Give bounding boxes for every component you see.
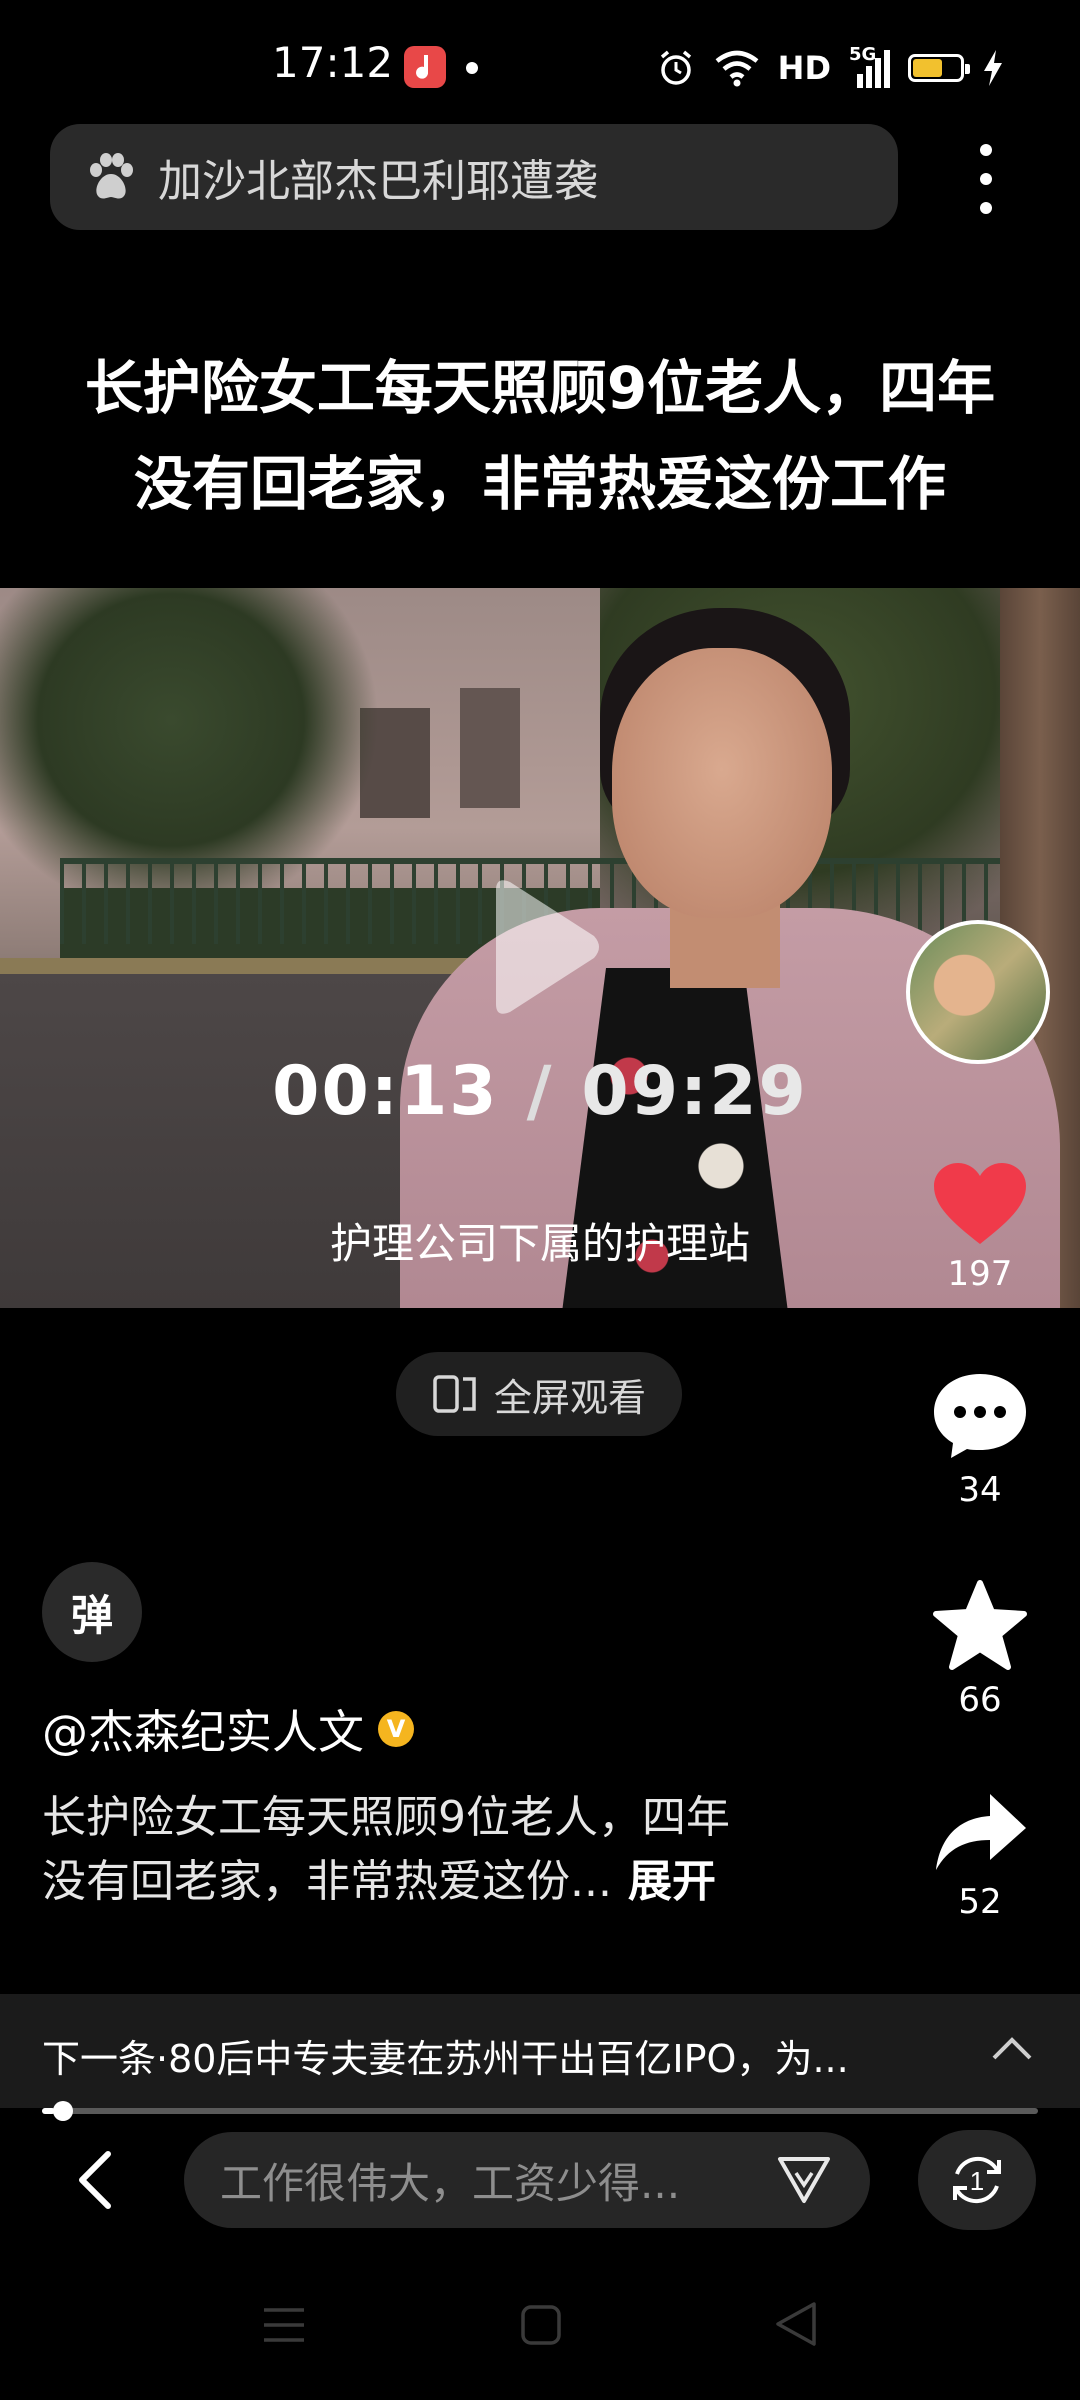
refresh-page-icon: 1	[953, 2156, 1001, 2204]
heart-icon	[934, 1163, 1026, 1244]
verified-badge-icon: V	[378, 1711, 414, 1747]
current-time: 00:13	[272, 1052, 499, 1131]
hd-label: HD	[777, 49, 831, 87]
comment-input[interactable]: 工作很伟大，工资少得...	[184, 2132, 870, 2228]
page-title: 长护险女工每天照顾9位老人，四年 没有回老家，非常热爱这份工作	[40, 340, 1040, 532]
comment-bubble-icon	[934, 1374, 1026, 1458]
search-query: 加沙北部杰巴利耶遭袭	[158, 156, 598, 207]
title-line-1: 长护险女工每天照顾9位老人，四年	[84, 354, 996, 422]
back-arrow-icon[interactable]	[66, 2148, 126, 2212]
description-line-2: 没有回老家，非常热爱这份...	[42, 1856, 612, 1907]
share-button[interactable]: 52	[900, 1790, 1060, 1922]
status-time: 17:12	[272, 38, 394, 87]
page-switch-button[interactable]: 1	[918, 2130, 1036, 2230]
signal-label: 5G	[849, 44, 877, 65]
nav-back-icon[interactable]	[774, 2300, 818, 2348]
nav-home-icon[interactable]	[520, 2304, 562, 2346]
next-video-title[interactable]: 下一条·80后中专夫妻在苏州干出百亿IPO，为...	[42, 2028, 849, 2083]
fullscreen-icon	[433, 1375, 476, 1413]
play-icon[interactable]	[486, 872, 606, 1022]
send-icon[interactable]	[776, 2155, 832, 2205]
video-progress-handle[interactable]	[53, 2101, 73, 2121]
music-app-icon	[404, 46, 446, 88]
video-progress-track[interactable]	[42, 2108, 1038, 2114]
expand-button[interactable]: 展开	[628, 1856, 716, 1907]
search-bar[interactable]: 加沙北部杰巴利耶遭袭	[50, 124, 898, 230]
alarm-icon	[660, 50, 691, 85]
video-description: 长护险女工每天照顾9位老人，四年 没有回老家，非常热爱这份... 展开	[42, 1786, 822, 1914]
video-time: 00:13 / 09:29	[0, 1052, 1080, 1131]
danmaku-toggle[interactable]: 弹	[42, 1562, 142, 1662]
like-count: 197	[947, 1254, 1013, 1294]
baidu-paw-icon	[90, 153, 133, 199]
share-arrow-icon	[936, 1794, 1026, 1870]
favorite-button[interactable]: 66	[900, 1580, 1060, 1720]
total-time: 09:29	[581, 1052, 808, 1131]
comment-count: 34	[958, 1470, 1002, 1510]
fullscreen-label: 全屏观看	[493, 1375, 646, 1420]
danmaku-label: 弹	[70, 1590, 113, 1640]
signal-icon: 5G	[849, 44, 890, 88]
status-bar: 17:12 HD 5G	[0, 0, 1080, 120]
fullscreen-button[interactable]: 全屏观看	[396, 1352, 682, 1436]
author-name[interactable]: @杰森纪实人文	[42, 1696, 364, 1762]
comment-button[interactable]: 34	[900, 1370, 1060, 1510]
share-count: 52	[958, 1882, 1002, 1922]
title-line-2: 没有回老家，非常热爱这份工作	[133, 450, 946, 518]
comment-placeholder: 工作很伟大，工资少得...	[220, 2158, 681, 2208]
wifi-icon	[715, 50, 759, 87]
time-separator: /	[526, 1052, 554, 1131]
more-menu-button[interactable]	[966, 144, 1006, 214]
page-number: 1	[970, 2166, 984, 2196]
status-icons: HD 5G	[656, 44, 1004, 92]
author-info[interactable]: @杰森纪实人文 V	[42, 1696, 414, 1762]
notification-dot-icon	[466, 62, 478, 74]
battery-level	[913, 59, 942, 77]
battery-icon	[908, 54, 970, 82]
author-avatar[interactable]	[906, 920, 1050, 1064]
like-button[interactable]: 197	[900, 1162, 1060, 1294]
description-line-1: 长护险女工每天照顾9位老人，四年	[42, 1792, 730, 1843]
favorite-count: 66	[958, 1680, 1002, 1720]
chevron-up-icon[interactable]	[990, 2034, 1034, 2062]
star-icon	[933, 1580, 1027, 1670]
charging-icon	[984, 50, 1002, 86]
nav-menu-icon[interactable]	[262, 2306, 306, 2344]
